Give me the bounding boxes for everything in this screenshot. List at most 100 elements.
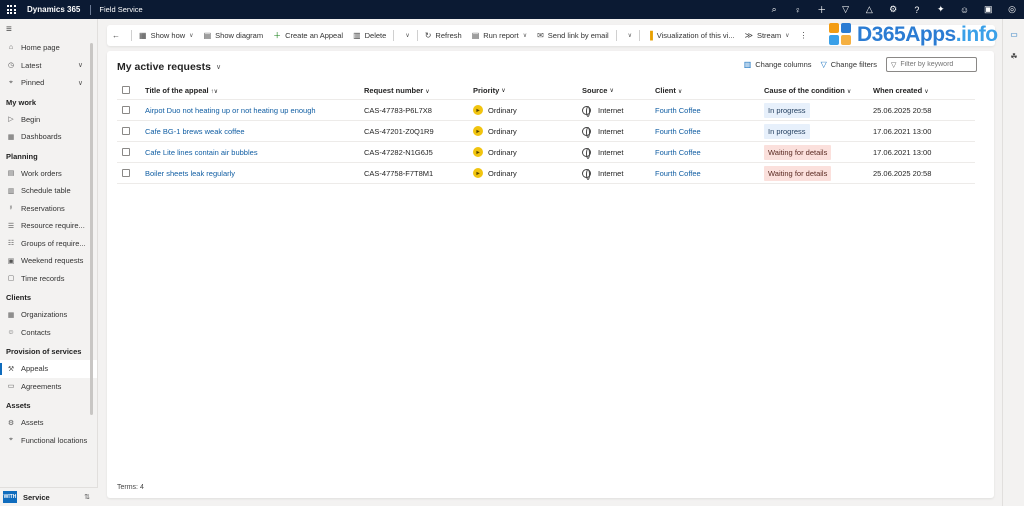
search-input[interactable] (900, 61, 971, 68)
area-switcher[interactable]: WITH Service ⇅ (0, 487, 98, 506)
refresh-button[interactable]: ↻ Refresh (420, 25, 467, 46)
column-header-number[interactable]: Request number ∨ (364, 86, 430, 95)
button-label: Run report (483, 31, 519, 40)
chevron-down-icon: ∨ (609, 87, 614, 94)
sidebar-item-recent[interactable]: ◷ Latest ∨ (0, 57, 97, 75)
sidebar-item-label: Groups of require... (21, 238, 86, 248)
status-badge: In progress (764, 123, 810, 139)
more-send-options-button[interactable]: ∨ (619, 25, 637, 46)
sidebar-item-begin[interactable]: ▷ Begin (0, 111, 97, 129)
table-row[interactable]: Cafe Lite lines contain air bubbles CAS-… (117, 142, 975, 163)
settings-icon[interactable]: ⚙ (881, 0, 905, 19)
plus-icon[interactable]: ＋ (810, 0, 834, 19)
row-checkbox[interactable] (117, 106, 135, 114)
column-header-status[interactable]: Cause of the condition ∨ (764, 86, 851, 95)
module-name[interactable]: Field Service (99, 5, 142, 14)
client-link[interactable]: Fourth Coffee (655, 106, 701, 115)
client-link[interactable]: Fourth Coffee (655, 148, 701, 157)
select-all-checkbox[interactable] (117, 86, 135, 94)
created-date: 25.06.2025 20:58 (873, 105, 932, 115)
play-icon: ▷ (8, 116, 14, 124)
appeal-title-link[interactable]: Boiler sheets leak regularly (145, 169, 235, 178)
run-report-button[interactable]: ▤ Run report ∨ (467, 25, 532, 46)
sidebar-item-contacts[interactable]: ☺ Contacts (0, 324, 97, 342)
row-checkbox[interactable] (117, 127, 135, 135)
sidebar-item-assets[interactable]: ⚙ Assets (0, 414, 97, 432)
column-header-title[interactable]: Title of the appeal ↑∨ (145, 86, 218, 95)
back-button[interactable]: ← (107, 25, 129, 46)
sidebar-item-time-records[interactable]: ▢ Time records (0, 270, 97, 288)
button-label: Change columns (755, 60, 812, 69)
teams-icon[interactable]: ▣ (976, 0, 1000, 19)
lightbulb-icon[interactable]: ♀ (786, 0, 810, 19)
sidebar-item-reservations[interactable]: ☿ Reservations (0, 200, 97, 218)
create-appeal-button[interactable]: ＋ Create an Appeal (268, 25, 348, 46)
divider (90, 4, 92, 15)
column-header-client[interactable]: Client ∨ (655, 86, 682, 95)
chevron-down-icon: ∨ (785, 33, 790, 39)
change-columns-button[interactable]: ▥ Change columns (744, 60, 812, 69)
sidebar-item-home[interactable]: ⌂ Home page (0, 39, 97, 57)
sidebar-item-dashboards[interactable]: ▦ Dashboards (0, 128, 97, 146)
sidebar-item-organizations[interactable]: ▦ Organizations (0, 306, 97, 324)
feedback-icon[interactable]: ☺ (953, 0, 977, 19)
row-checkbox[interactable] (117, 148, 135, 156)
column-header-source[interactable]: Source ∨ (582, 86, 614, 95)
table-row[interactable]: Boiler sheets leak regularly CAS-47758-F… (117, 163, 975, 184)
person-clock-icon: ☿ (8, 204, 14, 212)
bell-icon[interactable]: △ (857, 0, 881, 19)
status-cell: In progress (764, 123, 810, 139)
button-label: Create an Appeal (285, 31, 344, 40)
watermark-text: D365Apps.info (857, 23, 998, 46)
main-panel: My active requests ∨ ▥ Change columns ▽ Ch… (107, 51, 994, 498)
area-label: Service (23, 492, 50, 502)
apps-icon[interactable]: ☘ (1003, 45, 1024, 67)
stream-button[interactable]: ≫ Stream ∨ (740, 25, 795, 46)
list-icon: ☰ (7, 222, 15, 230)
show-diagram-button[interactable]: ▤ Show diagram (199, 25, 269, 46)
appeal-title-link[interactable]: Cafe BG-1 brews weak coffee (145, 127, 245, 136)
delete-button[interactable]: ▥ Delete (348, 25, 391, 46)
keyword-filter: ▽ (886, 57, 977, 72)
row-checkbox[interactable] (117, 169, 135, 177)
more-vertical-icon: ⋮ (799, 31, 808, 40)
client-link[interactable]: Fourth Coffee (655, 127, 701, 136)
menu-toggle-icon[interactable]: ≡ (0, 19, 97, 39)
more-delete-options-button[interactable]: ∨ (396, 25, 414, 46)
client-link[interactable]: Fourth Coffee (655, 169, 701, 178)
filter-icon[interactable]: ▽ (834, 0, 858, 19)
chat-icon[interactable]: ▭ (1003, 23, 1024, 45)
app-launcher-icon[interactable] (0, 0, 22, 19)
sort-ascending-icon: ↑∨ (210, 88, 219, 95)
sidebar-item-label: Latest (21, 60, 42, 70)
nav-group-title: Assets (6, 401, 31, 410)
user-icon[interactable]: ◎ (1000, 0, 1024, 19)
table-row[interactable]: Airpot Duo not heating up or not heating… (117, 100, 975, 121)
visualization-button[interactable]: ▐ Visualization of this vi... (642, 25, 740, 46)
view-selector[interactable]: My active requests ∨ (117, 61, 221, 73)
app-name[interactable]: Dynamics 365 (27, 5, 80, 14)
sidebar-item-requirement-groups[interactable]: ☷ Groups of require... (0, 235, 97, 253)
show-how-button[interactable]: ▦ Show how ∨ (134, 25, 199, 46)
appeal-title-link[interactable]: Airpot Duo not heating up or not heating… (145, 106, 316, 115)
sidebar-item-pinned[interactable]: ⌖ Pinned ∨ (0, 74, 97, 92)
send-link-button[interactable]: ✉ Send link by email (532, 25, 614, 46)
help-icon[interactable]: ? (905, 0, 929, 19)
copilot-icon[interactable]: ✦ (929, 0, 953, 19)
sidebar-item-work-orders[interactable]: ▤ Work orders (0, 165, 97, 183)
sidebar-item-schedule-table[interactable]: ▥ Schedule table (0, 182, 97, 200)
more-commands-button[interactable]: ⋮ (795, 25, 817, 46)
logo-mark-icon (829, 23, 853, 47)
sidebar-scrollbar[interactable] (90, 43, 93, 415)
appeal-title-link[interactable]: Cafe Lite lines contain air bubbles (145, 148, 258, 157)
sidebar-item-resource-requirements[interactable]: ☰ Resource require... (0, 217, 97, 235)
change-filters-button[interactable]: ▽ Change filters (821, 60, 877, 69)
sidebar-item-appeals[interactable]: ⚒ Appeals (0, 360, 97, 378)
sidebar-item-agreements[interactable]: ▭ Agreements (0, 378, 97, 396)
search-icon[interactable]: ⌕ (762, 0, 786, 19)
column-header-priority[interactable]: Priority ∨ (473, 86, 506, 95)
sidebar-item-functional-locations[interactable]: ⌖ Functional locations (0, 432, 97, 450)
sidebar-item-weekend-requests[interactable]: ▣ Weekend requests (0, 252, 97, 270)
table-row[interactable]: Cafe BG-1 brews weak coffee CAS-47201-Z0… (117, 121, 975, 142)
column-header-created[interactable]: When created ∨ (873, 86, 929, 95)
